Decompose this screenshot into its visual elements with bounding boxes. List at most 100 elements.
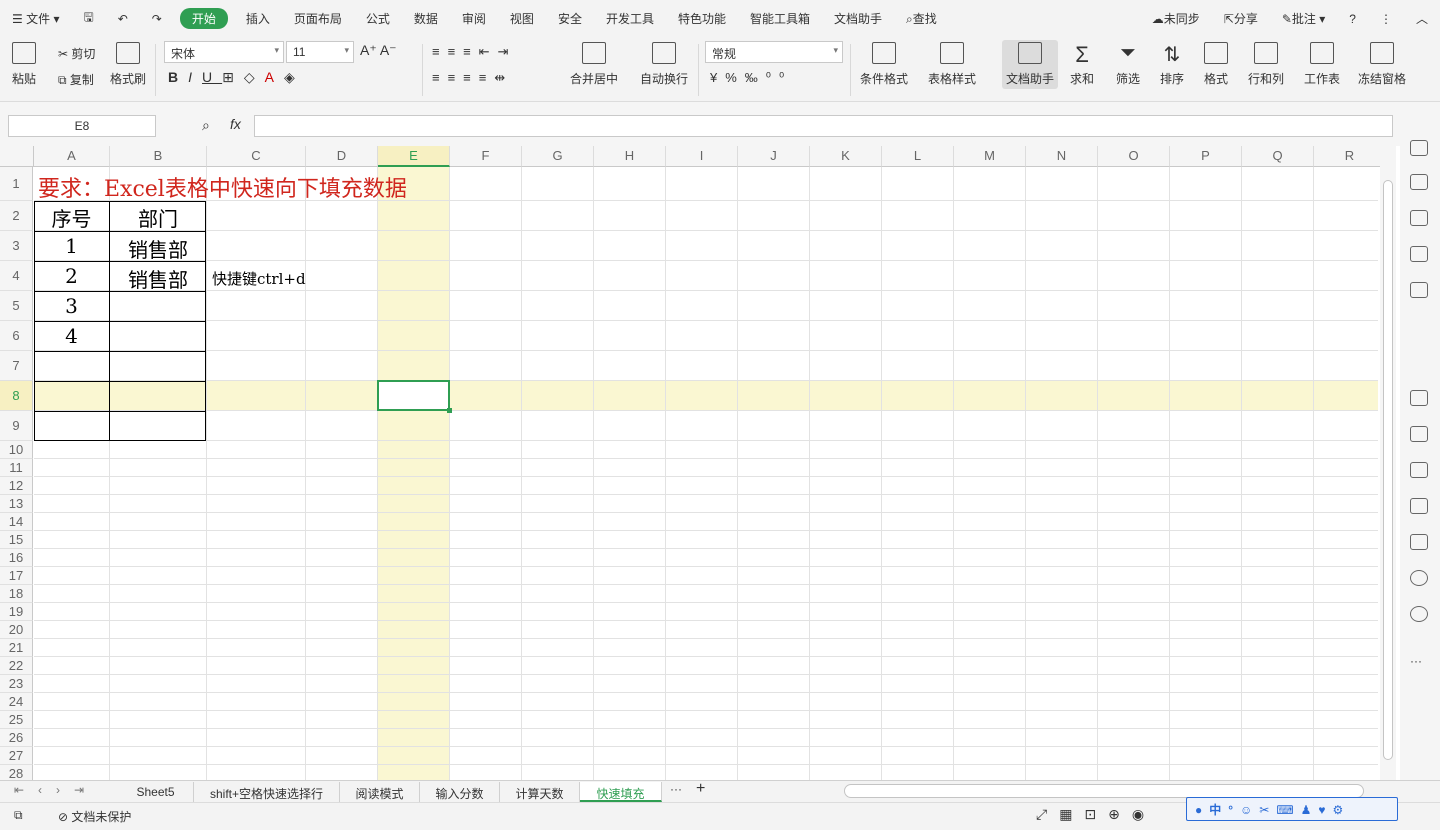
column-header-a[interactable]: A	[34, 146, 110, 167]
protect-icon[interactable]	[1410, 534, 1428, 550]
row-header-13[interactable]: 13	[0, 495, 33, 513]
table-style-button[interactable]: 表格样式	[928, 42, 976, 87]
cell-a1[interactable]: 要求：Excel表格中快速向下填充数据	[38, 171, 407, 203]
tab-home[interactable]: 开始	[179, 8, 228, 29]
row-header-14[interactable]: 14	[0, 513, 33, 531]
vertical-align-icons[interactable]: ≡≡≡⇤⇥	[432, 44, 517, 60]
style-icon[interactable]	[1410, 210, 1428, 226]
sheet-tab-calc-days[interactable]: 计算天数	[500, 782, 580, 802]
column-header-r[interactable]: R	[1314, 146, 1386, 167]
sort-button[interactable]: ⇅ 排序	[1160, 42, 1184, 87]
sheet-nav-icons[interactable]: ⇤‹›⇥	[14, 783, 98, 797]
row-header-17[interactable]: 17	[0, 567, 33, 585]
number-format-select[interactable]: 常规	[705, 41, 843, 63]
share-button[interactable]: ⇱分享	[1212, 10, 1270, 27]
worksheet-button[interactable]: 工作表	[1304, 42, 1340, 87]
collapse-ribbon-icon[interactable]: ︿	[1404, 10, 1440, 27]
cursor-icon[interactable]	[1410, 140, 1428, 156]
row-header-19[interactable]: 19	[0, 603, 33, 621]
row-header-10[interactable]: 10	[0, 441, 33, 459]
view-mode-icons[interactable]: ⤢▦⊡⊕◉	[1036, 806, 1156, 823]
column-header-m[interactable]: M	[954, 146, 1026, 167]
italic-icon[interactable]: I	[188, 69, 202, 85]
font-name-select[interactable]: 宋体	[164, 41, 284, 63]
row-header-16[interactable]: 16	[0, 549, 33, 567]
more-icon[interactable]: ⋮	[1368, 12, 1404, 26]
chart-icon[interactable]	[1410, 282, 1428, 298]
tab-developer[interactable]: 开发工具	[594, 10, 666, 27]
row-header-4[interactable]: 4	[0, 261, 33, 291]
sheet-tab-input-fraction[interactable]: 输入分数	[420, 782, 500, 802]
column-header-k[interactable]: K	[810, 146, 882, 167]
row-header-24[interactable]: 24	[0, 693, 33, 711]
horizontal-scroll-thumb[interactable]	[844, 784, 1364, 798]
font-size-select[interactable]: 11	[286, 41, 354, 63]
row-header-25[interactable]: 25	[0, 711, 33, 729]
tab-page-layout[interactable]: 页面布局	[282, 10, 354, 27]
row-header-6[interactable]: 6	[0, 321, 33, 351]
cell-a4[interactable]: 2	[34, 264, 109, 288]
sheet-tab-reading-mode[interactable]: 阅读模式	[340, 782, 420, 802]
tab-formulas[interactable]: 公式	[354, 10, 402, 27]
fx-button[interactable]: fx	[230, 116, 241, 132]
cell-a5[interactable]: 3	[34, 294, 109, 318]
tab-doc-assistant[interactable]: 文档助手	[822, 10, 894, 27]
row-header-2[interactable]: 2	[0, 201, 33, 231]
column-header-f[interactable]: F	[450, 146, 522, 167]
tab-security[interactable]: 安全	[546, 10, 594, 27]
freeze-button[interactable]: 冻结窗格	[1358, 42, 1406, 87]
help-circle-icon[interactable]	[1410, 606, 1428, 622]
tab-smart-toolbox[interactable]: 智能工具箱	[738, 10, 822, 27]
undo-icon[interactable]: ↶	[106, 12, 140, 26]
row-header-12[interactable]: 12	[0, 477, 33, 495]
export-icon[interactable]	[1410, 426, 1428, 442]
increase-font-icon[interactable]: A⁺ A⁻	[360, 42, 397, 59]
column-header-h[interactable]: H	[594, 146, 666, 167]
row-header-8[interactable]: 8	[0, 381, 33, 411]
filter-button[interactable]: ⏷ 筛选	[1116, 42, 1140, 87]
cell-c4[interactable]: 快捷键ctrl+d	[212, 268, 306, 289]
cell-a6[interactable]: 4	[34, 324, 109, 348]
app-menu-button[interactable]: ☰ 文件 ▾	[0, 10, 71, 27]
cell-a2[interactable]: 序号	[34, 203, 109, 232]
help-icon[interactable]: ?	[1337, 12, 1368, 26]
row-header-1[interactable]: 1	[0, 167, 33, 201]
fill-handle[interactable]	[447, 408, 452, 413]
row-header-23[interactable]: 23	[0, 675, 33, 693]
history-icon[interactable]	[1410, 570, 1428, 586]
cut-button[interactable]: ✂ 剪切	[58, 45, 95, 62]
paste-button[interactable]: 粘贴	[12, 42, 36, 87]
row-header-3[interactable]: 3	[0, 231, 33, 261]
row-header-18[interactable]: 18	[0, 585, 33, 603]
column-header-b[interactable]: B	[110, 146, 207, 167]
bold-icon[interactable]: B	[168, 69, 188, 85]
tab-features[interactable]: 特色功能	[666, 10, 738, 27]
sheet-tab-quick-fill[interactable]: 快速填充	[580, 782, 662, 802]
active-cell-e8[interactable]	[377, 380, 450, 411]
tab-view[interactable]: 视图	[498, 10, 546, 27]
archive-icon[interactable]	[1410, 462, 1428, 478]
column-header-i[interactable]: I	[666, 146, 738, 167]
font-style-buttons[interactable]: BIU⊞◇A◈	[168, 69, 305, 86]
image-icon[interactable]	[1410, 498, 1428, 514]
cell-b3[interactable]: 销售部	[110, 234, 206, 263]
column-header-q[interactable]: Q	[1242, 146, 1314, 167]
row-header-11[interactable]: 11	[0, 459, 33, 477]
search-button[interactable]: ⌕查找	[894, 10, 949, 27]
save-icon[interactable]: 🖫	[71, 8, 105, 29]
sidebar-more-icon[interactable]: ···	[1410, 654, 1422, 668]
name-box[interactable]: E8	[8, 115, 156, 137]
doc-assistant-button[interactable]: 文档助手	[1002, 40, 1059, 89]
format-button[interactable]: 格式	[1204, 42, 1228, 87]
column-header-e[interactable]: E	[378, 146, 450, 167]
sum-button[interactable]: Σ 求和	[1070, 42, 1094, 87]
backup-icon[interactable]	[1410, 390, 1428, 406]
copy-button[interactable]: ⧉ 复制	[58, 71, 94, 88]
row-header-20[interactable]: 20	[0, 621, 33, 639]
add-sheet-icon[interactable]: +	[696, 780, 705, 798]
redo-icon[interactable]: ↷	[140, 12, 174, 26]
doc-status-icon[interactable]: ⧉	[14, 808, 23, 823]
zoom-icon[interactable]: ⌕	[202, 117, 210, 134]
column-header-g[interactable]: G	[522, 146, 594, 167]
horizontal-align-icons[interactable]: ≡≡≡≡⇹	[432, 70, 513, 86]
